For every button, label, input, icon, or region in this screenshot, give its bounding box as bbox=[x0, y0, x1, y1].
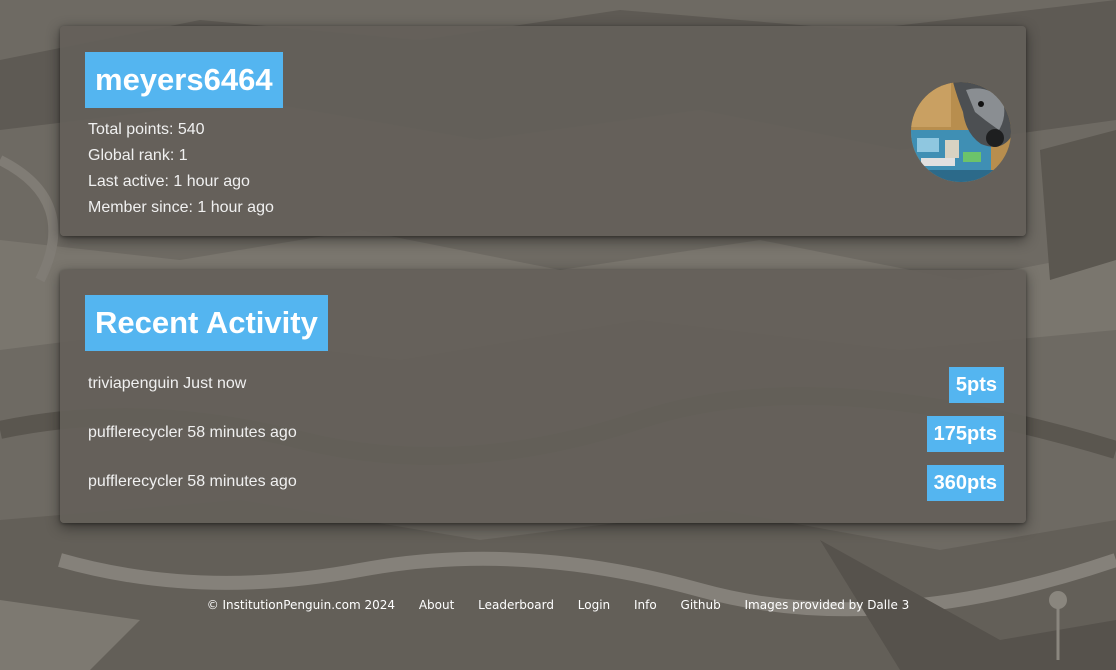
activity-item: triviapenguin Just now 5pts bbox=[88, 367, 1004, 403]
last-active: Last active: 1 hour ago bbox=[88, 173, 250, 190]
activity-description: pufflerecycler 58 minutes ago bbox=[88, 473, 297, 490]
footer-link-info[interactable]: Info bbox=[634, 598, 657, 612]
activity-description: triviapenguin Just now bbox=[88, 375, 247, 392]
footer-copyright: © InstitutionPenguin.com 2024 bbox=[206, 598, 395, 612]
activity-description: pufflerecycler 58 minutes ago bbox=[88, 424, 297, 441]
global-rank: Global rank: 1 bbox=[88, 147, 188, 164]
footer-link-about[interactable]: About bbox=[419, 598, 454, 612]
points-badge: 360pts bbox=[926, 465, 1004, 501]
footer: © InstitutionPenguin.com 2024 About Lead… bbox=[0, 598, 1116, 612]
activity-item: pufflerecycler 58 minutes ago 175pts bbox=[88, 416, 1004, 452]
username-heading: meyers6464 bbox=[85, 52, 283, 108]
member-since: Member since: 1 hour ago bbox=[88, 199, 274, 216]
footer-link-leaderboard[interactable]: Leaderboard bbox=[478, 598, 554, 612]
footer-link-github[interactable]: Github bbox=[681, 598, 721, 612]
recent-activity-heading: Recent Activity bbox=[85, 295, 328, 351]
footer-image-credit: Images provided by Dalle 3 bbox=[744, 598, 910, 612]
penguin-avatar-image bbox=[911, 82, 1011, 182]
recent-activity-card: Recent Activity triviapenguin Just now 5… bbox=[60, 270, 1026, 523]
points-badge: 175pts bbox=[926, 416, 1004, 452]
footer-link-login[interactable]: Login bbox=[578, 598, 610, 612]
total-points: Total points: 540 bbox=[88, 121, 205, 138]
avatar bbox=[911, 82, 1011, 182]
activity-item: pufflerecycler 58 minutes ago 360pts bbox=[88, 465, 1004, 501]
profile-stats: Total points: 540 Global rank: 1 Last ac… bbox=[88, 117, 274, 221]
profile-card: meyers6464 Total points: 540 Global rank… bbox=[60, 26, 1026, 236]
points-badge: 5pts bbox=[948, 367, 1004, 403]
